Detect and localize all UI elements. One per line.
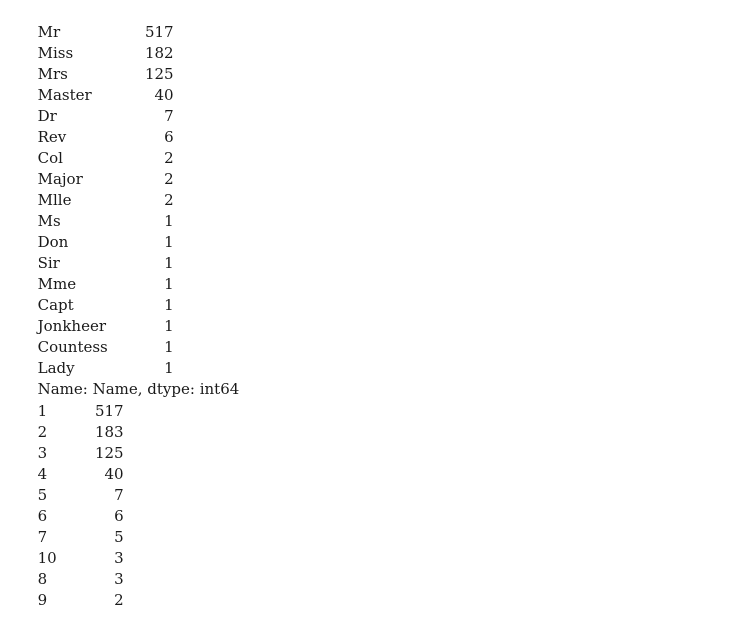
encoded-index-label: 8 xyxy=(37,570,48,588)
series-count-value: 1 xyxy=(164,317,174,335)
series-count-value: 40 xyxy=(154,86,174,104)
encoded-count-value: 6 xyxy=(114,507,124,525)
series-index-label: Major xyxy=(37,170,83,188)
encoded-count-value: 40 xyxy=(104,465,124,483)
series-index-label: Don xyxy=(37,233,69,251)
series-count-value: 2 xyxy=(164,170,174,188)
encoded-count-value: 125 xyxy=(94,444,124,462)
series-count-value: 1 xyxy=(164,233,174,251)
series-index-label: Jonkheer xyxy=(37,317,106,335)
series-index-label: Mrs xyxy=(37,65,68,83)
series-index-label: Rev xyxy=(37,128,67,146)
series-index-label: Col xyxy=(37,149,63,167)
series-count-value: 6 xyxy=(164,128,174,146)
encoded-index-label: 9 xyxy=(37,591,48,609)
encoded-count-value: 3 xyxy=(114,570,124,588)
series-count-value: 125 xyxy=(144,65,174,83)
encoded-index-label: 5 xyxy=(37,486,48,504)
series-count-value: 1 xyxy=(164,359,174,377)
console-output-pane: Mr 517 Miss 182 Mrs 125 Master 40 Dr 7 Rev 6 C… xyxy=(0,0,732,609)
encoded-count-value: 3 xyxy=(114,549,124,567)
series-count-value: 1 xyxy=(164,254,174,272)
encoded-count-value: 2 xyxy=(114,591,124,609)
series-index-label: Master xyxy=(37,86,92,104)
encoded-value-counts-block: 1 517 2 183 3 125 4 40 5 7 6 6 7 5 10 3 8 3 9 2 xyxy=(0,380,732,609)
series-index-label: Mme xyxy=(37,275,77,293)
series-index-label: Lady xyxy=(37,359,75,377)
encoded-index-label: 10 xyxy=(37,549,57,567)
series-index-label: Capt xyxy=(37,296,74,314)
series-index-label: Mlle xyxy=(37,191,72,209)
encoded-count-value: 7 xyxy=(114,486,124,504)
series-count-value: 1 xyxy=(164,296,174,314)
series-count-value: 2 xyxy=(164,191,174,209)
title-value-counts-block: Mr 517 Miss 182 Mrs 125 Master 40 Dr 7 Rev 6 C… xyxy=(0,1,732,398)
encoded-index-label: 1 xyxy=(37,402,48,420)
encoded-index-label: 7 xyxy=(37,528,48,546)
series-count-value: 2 xyxy=(164,149,174,167)
series-index-label: Mr xyxy=(37,23,61,41)
series-count-value: 182 xyxy=(144,44,174,62)
series-count-value: 1 xyxy=(164,338,174,356)
encoded-index-label: 6 xyxy=(37,507,48,525)
series-index-label: Dr xyxy=(37,107,57,125)
encoded-index-label: 3 xyxy=(37,444,48,462)
encoded-index-label: 2 xyxy=(37,423,48,441)
encoded-count-value: 183 xyxy=(94,423,124,441)
series-index-label: Ms xyxy=(37,212,61,230)
encoded-index-label: 4 xyxy=(37,465,48,483)
table-row: Mr 517 xyxy=(0,1,732,41)
series-index-label: Countess xyxy=(37,338,108,356)
series-count-value: 1 xyxy=(164,212,174,230)
series-index-label: Sir xyxy=(37,254,60,272)
encoded-count-value: 517 xyxy=(94,402,124,420)
series-count-value: 517 xyxy=(144,23,174,41)
series-index-label: Miss xyxy=(37,44,74,62)
series-dtype-footer: Name: Name, dtype: int64 xyxy=(37,380,240,398)
series-count-value: 1 xyxy=(164,275,174,293)
encoded-count-value: 5 xyxy=(114,528,124,546)
series-count-value: 7 xyxy=(164,107,174,125)
